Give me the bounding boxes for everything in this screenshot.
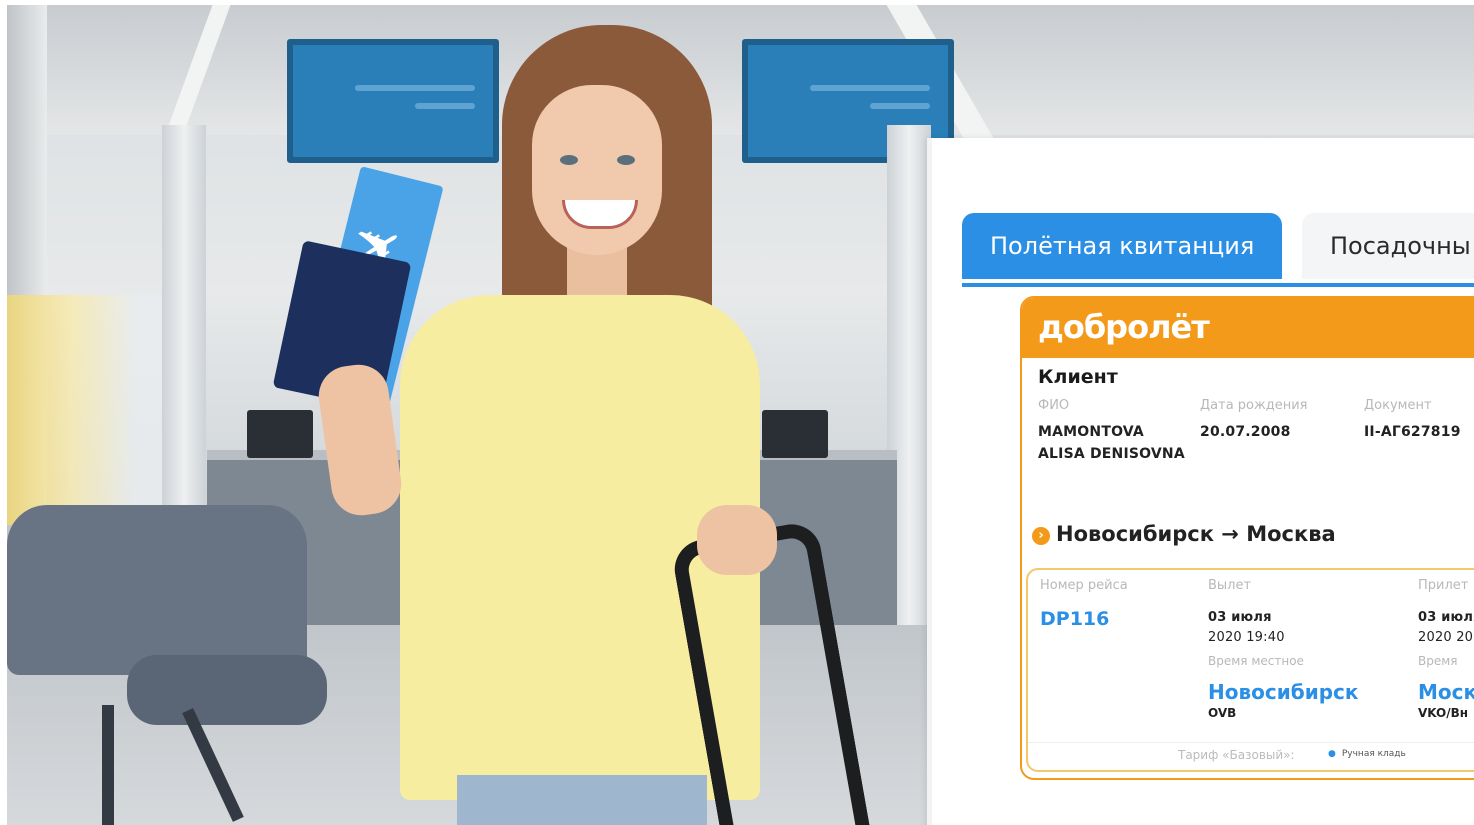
arrival-airport-code: VKO/Вн [1418,706,1469,720]
route-text: Новосибирск → Москва [1056,522,1336,546]
fare-label: Тариф «Базовый»: [1178,748,1295,762]
fio-label: ФИО [1038,398,1070,413]
monitor [247,410,313,458]
promo-image: ✈ Полётная квитанция Посадочны добролёт … [7,5,1474,825]
document-label: Документ [1364,398,1432,413]
departure-city: Новосибирск [1208,680,1359,704]
girl-face [532,85,662,255]
departure-date: 03 июля [1208,610,1272,625]
passenger-surname: MAMONTOVA [1038,424,1144,440]
bench-seat [127,655,327,725]
departure-time: 2020 19:40 [1208,630,1285,645]
flight-receipt-panel: Полётная квитанция Посадочны добролёт Кл… [927,138,1474,825]
girl-jeans [457,775,707,825]
arrival-date: 03 июля [1418,610,1474,625]
eye [617,155,635,165]
client-section-title: Клиент [1038,366,1118,388]
passenger-dob: 20.07.2008 [1200,424,1291,440]
passenger-document: II-АГ627819 [1364,424,1461,440]
flight-details: Номер рейса Вылет Прилет DP116 03 июля 2… [1026,568,1474,772]
passenger-given-name: ALISA DENISOVNA [1038,446,1185,462]
ceiling [7,5,1474,135]
e-ticket-card: добролёт Клиент ФИО Дата рождения Докуме… [1020,296,1474,780]
departure-screen [287,39,499,163]
bench [7,505,307,675]
arrival-city: Москв [1418,680,1474,704]
brand-bar: добролёт [1022,298,1474,358]
arrival-time: 2020 20: [1418,630,1474,645]
airline-logo: добролёт [1038,308,1210,346]
flight-number: DP116 [1040,608,1110,630]
flight-number-label: Номер рейса [1040,578,1128,593]
departure-airport-code: OVB [1208,706,1237,720]
arrival-label: Прилет [1418,578,1469,593]
fare-row: Тариф «Базовый»: ● Ручная кладь [1028,742,1474,769]
girl-hand-right [697,505,777,575]
bench-leg [102,705,114,825]
bullet-icon: ● [1328,749,1336,759]
route-arrow-icon: › [1032,527,1050,545]
tab-flight-receipt[interactable]: Полётная квитанция [962,213,1283,279]
window [7,295,167,525]
route-title: › Новосибирск → Москва [1032,522,1336,546]
departure-label: Вылет [1208,578,1252,593]
tab-boarding-pass[interactable]: Посадочны [1302,213,1474,279]
dob-label: Дата рождения [1200,398,1308,413]
monitor [762,410,828,458]
receipt-tabs: Полётная квитанция Посадочны [962,213,1474,287]
departure-time-note: Время местное [1208,654,1304,668]
eye [560,155,578,165]
baggage-item: ● Ручная кладь [1328,749,1406,759]
arrival-time-note: Время [1418,654,1458,668]
baggage-text: Ручная кладь [1341,749,1406,759]
